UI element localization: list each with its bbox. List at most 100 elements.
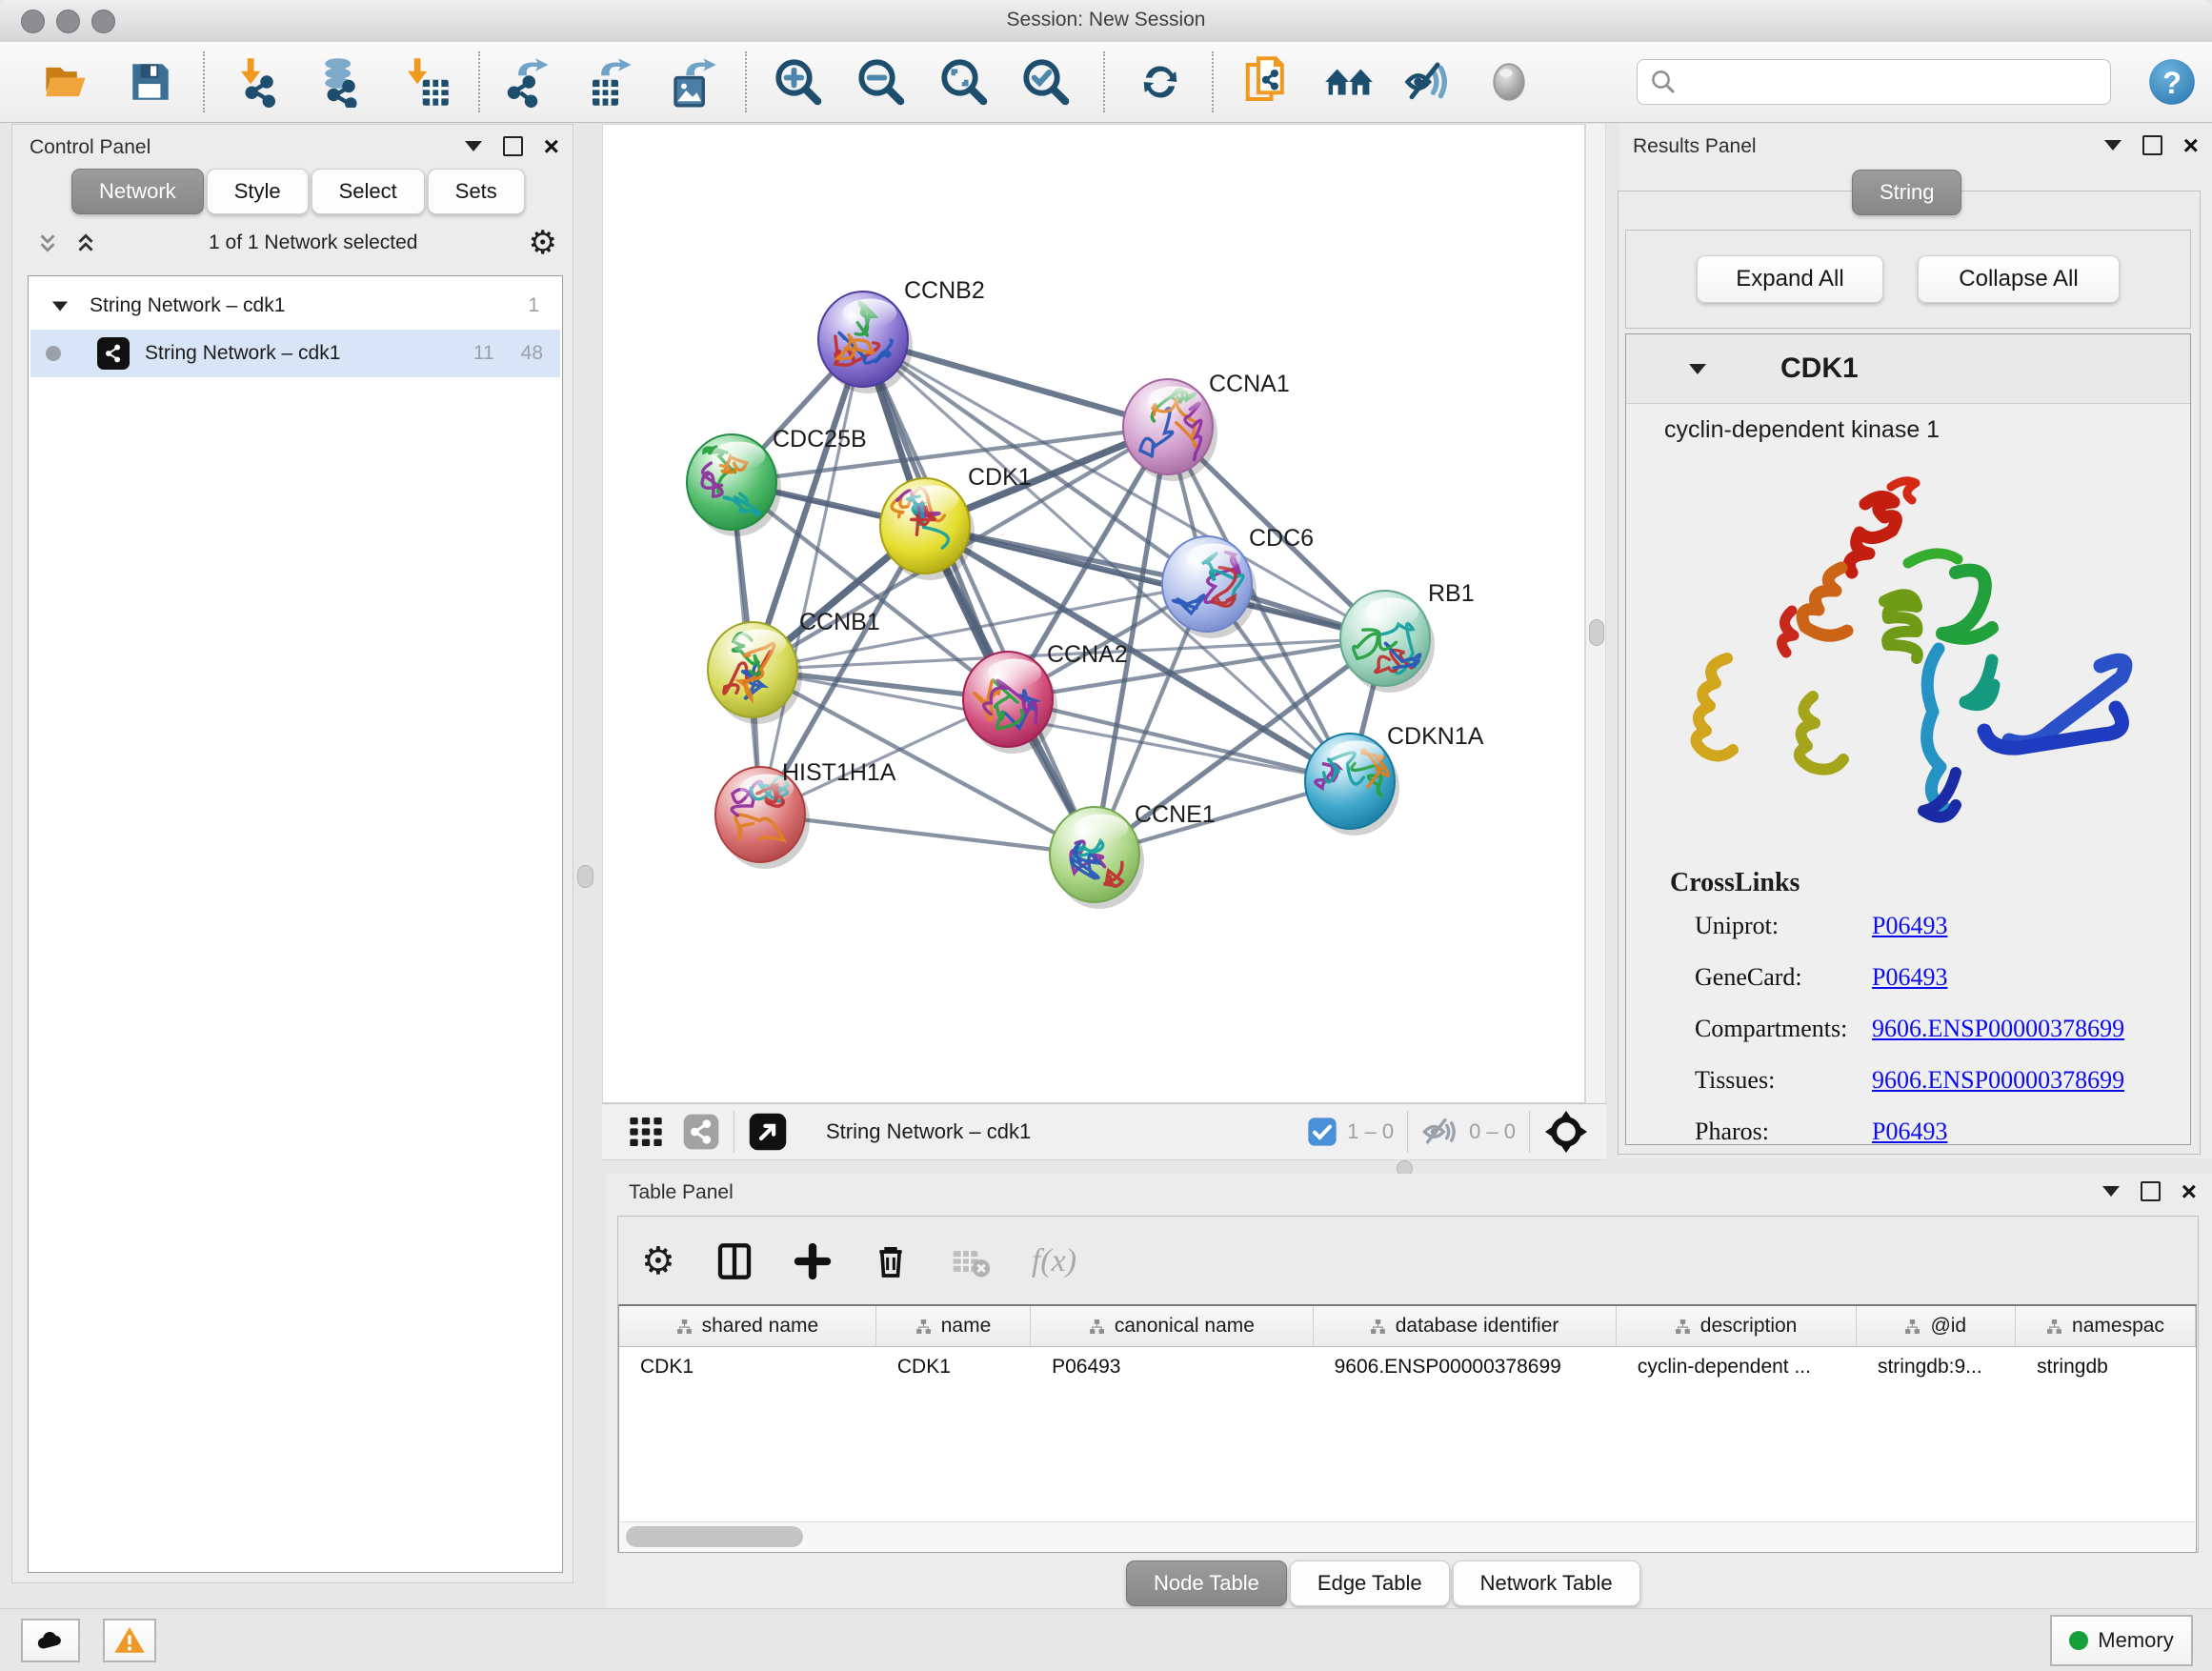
table-cell[interactable]: P06493 [1031,1347,1314,1387]
expand-all-icon[interactable] [73,231,98,255]
tab-string[interactable]: String [1852,170,1961,215]
tab-style[interactable]: Style [207,169,309,214]
table-settings-gear-icon[interactable]: ⚙ [641,1242,675,1280]
network-node-CCNB2[interactable]: CCNB2 [818,277,985,393]
search-field[interactable] [1637,59,2111,105]
panel-menu-icon[interactable] [465,141,482,151]
add-column-icon[interactable] [794,1242,832,1280]
network-collection-row[interactable]: String Network – cdk1 1 [30,282,560,330]
save-session-icon[interactable] [124,55,177,109]
protein-card-header[interactable]: CDK1 [1626,334,2190,404]
network-node-CCNB1[interactable]: CCNB1 [708,609,880,724]
column-header-database-identifier[interactable]: database identifier [1314,1306,1617,1346]
network-node-CCNE1[interactable]: CCNE1 [1050,801,1216,909]
network-node-HIST1H1A[interactable]: HIST1H1A [715,759,896,869]
table-row[interactable]: CDK1CDK1P064939606.ENSP00000378699cyclin… [619,1347,2196,1387]
open-in-browser-icon[interactable] [748,1112,788,1152]
search-input[interactable] [1685,70,2110,94]
table-cell[interactable]: 9606.ENSP00000378699 [1314,1347,1617,1387]
memory-button[interactable]: Memory [2050,1615,2193,1666]
export-table-icon[interactable] [583,55,636,109]
network-edge-CDK1-RB1[interactable] [925,526,1385,638]
tab-edge-table[interactable]: Edge Table [1290,1560,1450,1606]
panel-float-icon[interactable] [503,136,523,156]
crosslink-link[interactable]: P06493 [1872,912,1947,940]
canvas-scrollbar-thumb[interactable] [1589,619,1604,646]
tab-select[interactable]: Select [312,169,425,214]
expand-all-button[interactable]: Expand All [1697,255,1883,303]
hide-graphics-icon[interactable] [1402,55,1456,109]
table-horizontal-scrollbar[interactable] [620,1521,2195,1551]
zoom-in-icon[interactable] [772,55,825,109]
home-icon[interactable] [1322,55,1376,109]
panel-close-icon[interactable]: × [2182,1183,2197,1199]
delete-table-icon [950,1240,992,1282]
table-cell[interactable]: stringdb [2016,1347,2196,1387]
column-header-namespac[interactable]: namespac [2016,1306,2196,1346]
table-scrollbar-thumb[interactable] [626,1526,803,1547]
gear-icon[interactable]: ⚙ [529,227,557,259]
column-header-@id[interactable]: @id [1857,1306,2016,1346]
network-node-CCNA1[interactable]: CCNA1 [1123,371,1290,481]
collapse-all-icon[interactable] [35,231,60,255]
hidden-eye-icon[interactable] [1421,1113,1459,1151]
crosslink-link[interactable]: P06493 [1872,1117,1947,1146]
tab-network[interactable]: Network [71,169,204,214]
birds-eye-grid-icon[interactable] [627,1113,665,1151]
canvas-vertical-scrollbar[interactable] [1585,124,1606,1103]
collapse-all-button[interactable]: Collapse All [1918,255,2120,303]
panel-close-icon[interactable]: × [2183,137,2199,153]
help-icon[interactable]: ? [2147,57,2197,107]
import-database-icon[interactable] [313,55,367,109]
export-image-icon[interactable] [666,55,719,109]
table-cell[interactable]: CDK1 [619,1347,876,1387]
network-node-CDC6[interactable]: CDC6 [1162,525,1314,638]
clone-network-icon[interactable] [1240,55,1294,109]
tab-sets[interactable]: Sets [428,169,525,214]
open-session-icon[interactable] [40,55,93,109]
panel-menu-icon[interactable] [2104,140,2122,151]
crosslink-link[interactable]: 9606.ENSP00000378699 [1872,1066,2124,1095]
protein-expander-icon[interactable] [1689,364,1706,374]
network-node-CDKN1A[interactable]: CDKN1A [1305,723,1484,836]
table-cell[interactable]: CDK1 [876,1347,1031,1387]
column-header-name[interactable]: name [876,1306,1031,1346]
panel-close-icon[interactable]: × [544,138,559,154]
import-network-icon[interactable] [231,55,285,109]
panel-float-icon[interactable] [2141,1181,2161,1201]
delete-column-trash-icon[interactable] [872,1242,910,1280]
warnings-button[interactable] [103,1619,156,1662]
network-edge-HIST1H1A-CCNE1[interactable] [760,815,1095,855]
network-row-selected[interactable]: String Network – cdk1 11 48 [30,330,560,377]
zoom-fit-icon[interactable] [937,55,991,109]
collection-expander-icon[interactable] [52,301,68,311]
collection-count: 1 [528,294,539,317]
network-node-RB1[interactable]: RB1 [1340,580,1475,693]
panel-float-icon[interactable] [2142,135,2162,155]
tab-network-table[interactable]: Network Table [1453,1560,1640,1606]
crosslink-link[interactable]: 9606.ENSP00000378699 [1872,1015,2124,1043]
network-edge-CCNB2-CCNE1[interactable] [863,339,1095,855]
zoom-out-icon[interactable] [855,55,908,109]
refresh-icon[interactable] [1134,55,1187,109]
export-network-icon[interactable] [500,55,553,109]
table-cell[interactable]: cyclin-dependent ... [1617,1347,1857,1387]
column-header-canonical-name[interactable]: canonical name [1031,1306,1313,1346]
results-panel: Results Panel × String Expand All Collap… [1619,124,2212,1158]
show-columns-icon[interactable] [715,1242,754,1280]
cloud-button[interactable] [21,1619,80,1662]
selected-checkbox-icon[interactable] [1307,1117,1337,1147]
panel-menu-icon[interactable] [2102,1186,2120,1197]
crosshair-icon[interactable] [1543,1109,1589,1155]
import-table-icon[interactable] [398,55,452,109]
crosslink-link[interactable]: P06493 [1872,963,1947,992]
network-node-CCNA2[interactable]: CCNA2 [963,641,1128,754]
left-splitter-handle[interactable] [577,865,593,888]
network-canvas[interactable]: CCNB2CCNA1CDC25BCDK1CDC6RB1CCNB1CCNA2CDK… [602,124,1585,1103]
column-header-shared-name[interactable]: shared name [619,1306,876,1346]
zoom-selected-icon[interactable] [1019,55,1073,109]
network-edge-CCNB2-HIST1H1A[interactable] [760,339,863,815]
tab-node-table[interactable]: Node Table [1126,1560,1287,1606]
table-cell[interactable]: stringdb:9... [1857,1347,2016,1387]
column-header-description[interactable]: description [1617,1306,1857,1346]
